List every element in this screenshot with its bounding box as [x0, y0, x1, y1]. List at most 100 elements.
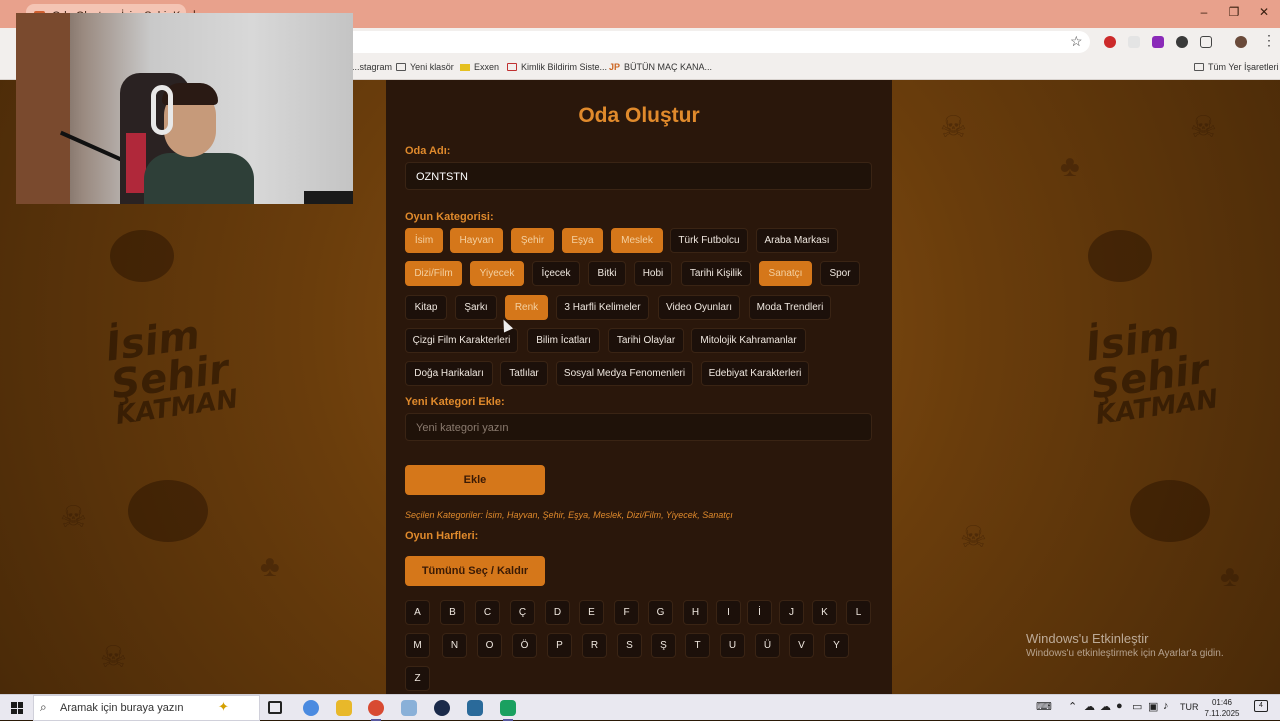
letter-button[interactable]: İ — [747, 600, 772, 625]
bookmark-instagram[interactable]: ...stagram — [352, 62, 392, 72]
category-chip-sarki[interactable]: Şarkı — [455, 295, 497, 320]
category-chip-moda-trendleri[interactable]: Moda Trendleri — [749, 295, 831, 320]
category-chip-spor[interactable]: Spor — [820, 261, 860, 286]
extension-dark-icon[interactable] — [1176, 36, 1188, 48]
letter-button[interactable]: V — [789, 633, 814, 658]
category-chip-hobi[interactable]: Hobi — [634, 261, 672, 286]
restore-icon[interactable]: ❐ — [1219, 5, 1249, 19]
category-chip-esya[interactable]: Eşya — [562, 228, 603, 253]
category-chip-bitki[interactable]: Bitki — [588, 261, 626, 286]
letter-button[interactable]: N — [442, 633, 467, 658]
extension-purple-icon[interactable] — [1152, 36, 1164, 48]
bookmark-butun-mac[interactable]: JP BÜTÜN MAÇ KANA... — [609, 62, 712, 72]
category-chip-isim[interactable]: İsim — [405, 228, 443, 253]
letter-button[interactable]: L — [846, 600, 871, 625]
letter-button[interactable]: O — [477, 633, 502, 658]
bookmark-star-icon[interactable]: ☆ — [1070, 33, 1083, 50]
letter-button[interactable]: P — [547, 633, 572, 658]
letter-button[interactable]: G — [648, 600, 673, 625]
add-category-button[interactable]: Ekle — [405, 465, 545, 495]
display-icon[interactable]: ▭ — [1132, 700, 1142, 713]
category-chip-mitolojik[interactable]: Mitolojik Kahramanlar — [691, 328, 806, 353]
letter-button[interactable]: F — [614, 600, 639, 625]
file-explorer-icon[interactable] — [336, 700, 352, 716]
letter-button[interactable]: Ü — [755, 633, 780, 658]
category-chip-sosyal-medya[interactable]: Sosyal Medya Fenomenleri — [556, 361, 693, 386]
category-chip-sanatci[interactable]: Sanatçı — [759, 261, 812, 286]
letter-button[interactable]: B — [440, 600, 465, 625]
language-indicator[interactable]: TUR — [1180, 702, 1199, 712]
ghost-icon: ♣ — [260, 550, 280, 583]
category-chip-3-harfli[interactable]: 3 Harfli Kelimeler — [556, 295, 649, 320]
category-chip-kitap[interactable]: Kitap — [405, 295, 447, 320]
bookmark-exxen[interactable]: Exxen — [460, 62, 499, 72]
letter-button[interactable]: Ö — [512, 633, 537, 658]
category-chip-tatlilar[interactable]: Tatlılar — [500, 361, 548, 386]
bookmark-kimlik[interactable]: Kimlik Bildirim Siste... — [507, 62, 607, 72]
copilot-icon[interactable] — [303, 700, 319, 716]
extension-red-icon[interactable] — [1104, 36, 1116, 48]
bookmark-yeni-klasor[interactable]: Yeni klasör — [396, 62, 454, 72]
letter-button[interactable]: Z — [405, 666, 430, 691]
category-chip-meslek[interactable]: Meslek — [611, 228, 663, 253]
category-chip-tarihi-kisilik[interactable]: Tarihi Kişilik — [681, 261, 751, 286]
letter-button[interactable]: A — [405, 600, 430, 625]
cloud-icon[interactable]: ☁ — [1100, 700, 1111, 713]
taskbar-clock[interactable]: 01:46 7.11.2025 — [1198, 697, 1246, 719]
letter-button[interactable]: T — [685, 633, 710, 658]
letter-button[interactable]: D — [545, 600, 570, 625]
letter-button[interactable]: M — [405, 633, 430, 658]
microphone-icon[interactable]: ● — [1116, 700, 1123, 712]
letter-button[interactable]: Ç — [510, 600, 535, 625]
notification-icon[interactable]: 4 — [1254, 700, 1268, 712]
category-chip-edebiyat[interactable]: Edebiyat Karakterleri — [701, 361, 809, 386]
room-name-input[interactable]: OZNTSTN — [405, 162, 872, 190]
category-chip-bilim-icatlari[interactable]: Bilim İcatları — [527, 328, 600, 353]
category-chip-yiyecek[interactable]: Yiyecek — [470, 261, 524, 286]
category-chip-cizgi-film[interactable]: Çizgi Film Karakterleri — [405, 328, 518, 353]
onedrive-icon[interactable]: ☁ — [1084, 700, 1095, 713]
exxen-icon — [460, 64, 470, 71]
extension-gray-icon[interactable] — [1128, 36, 1140, 48]
browser-menu-icon[interactable]: ⋮ — [1262, 32, 1276, 49]
letter-button[interactable]: H — [683, 600, 708, 625]
letter-button[interactable]: R — [582, 633, 607, 658]
category-chip-hayvan[interactable]: Hayvan — [450, 228, 503, 253]
steam-icon[interactable] — [434, 700, 450, 716]
network-icon[interactable]: ▣ — [1148, 700, 1158, 713]
app-icon[interactable] — [401, 700, 417, 716]
letter-button[interactable]: Ş — [651, 633, 676, 658]
bookmark-all-bookmarks[interactable]: Tüm Yer İşaretleri — [1194, 62, 1279, 72]
category-chip-turk-futbolcu[interactable]: Türk Futbolcu — [670, 228, 748, 253]
category-chip-tarihi-olaylar[interactable]: Tarihi Olaylar — [608, 328, 684, 353]
app-window-icon[interactable] — [467, 700, 483, 716]
letter-button[interactable]: S — [617, 633, 642, 658]
letter-button[interactable]: I — [716, 600, 741, 625]
game-app-icon[interactable] — [500, 700, 516, 721]
minimize-icon[interactable]: – — [1189, 5, 1219, 19]
new-category-input[interactable]: Yeni kategori yazın — [405, 413, 872, 441]
chrome-icon[interactable] — [368, 700, 384, 721]
keyboard-icon[interactable]: ⌨ — [1036, 700, 1052, 713]
category-chip-doga-harikalari[interactable]: Doğa Harikaları — [405, 361, 493, 386]
letter-button[interactable]: C — [475, 600, 500, 625]
category-chip-video-oyunlari[interactable]: Video Oyunları — [658, 295, 740, 320]
close-icon[interactable]: ✕ — [1249, 5, 1279, 19]
letter-button[interactable]: Y — [824, 633, 849, 658]
profile-avatar[interactable] — [1235, 36, 1247, 48]
category-chip-sehir[interactable]: Şehir — [511, 228, 554, 253]
task-view-icon[interactable] — [268, 701, 282, 714]
toggle-all-letters-button[interactable]: Tümünü Seç / Kaldır — [405, 556, 545, 586]
letter-button[interactable]: E — [579, 600, 604, 625]
letter-button[interactable]: J — [779, 600, 804, 625]
letter-button[interactable]: U — [720, 633, 745, 658]
category-chip-icecek[interactable]: İçecek — [532, 261, 580, 286]
extensions-puzzle-icon[interactable] — [1200, 36, 1212, 48]
category-chip-dizi-film[interactable]: Dizi/Film — [405, 261, 462, 286]
letter-button[interactable]: K — [812, 600, 837, 625]
windows-start-icon[interactable] — [11, 702, 23, 714]
category-chip-araba-markasi[interactable]: Araba Markası — [756, 228, 838, 253]
category-chip-renk[interactable]: Renk — [505, 295, 548, 320]
tray-expand-icon[interactable]: ⌃ — [1068, 700, 1077, 713]
volume-icon[interactable]: ♪ — [1163, 700, 1169, 712]
